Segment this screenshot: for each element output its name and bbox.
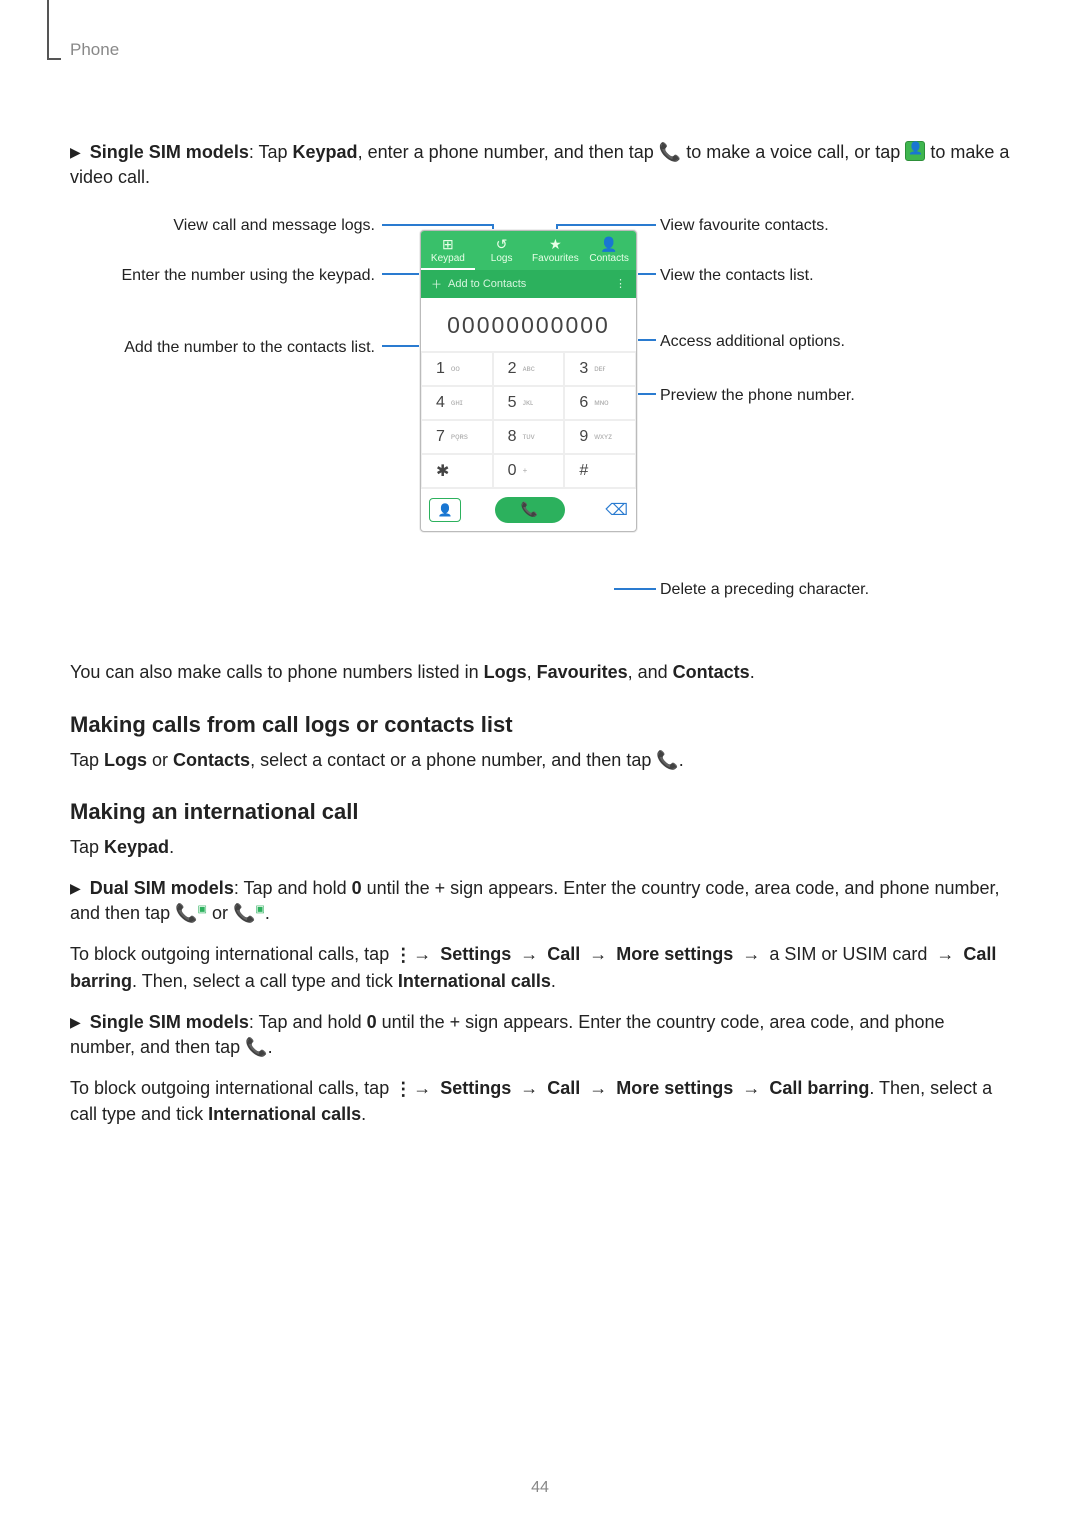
logs-fav-contacts-line: You can also make calls to phone numbers… xyxy=(70,660,1010,685)
heading-intl-call: Making an international call xyxy=(70,799,1010,825)
phone-sim2-icon: 📞▣ xyxy=(233,903,265,923)
callout-preview: Preview the phone number. xyxy=(660,386,920,405)
block-intl-single: To block outgoing international calls, t… xyxy=(70,1076,1010,1127)
phone-screenshot: ⊞Keypad ↺Logs ★Favourites 👤Contacts ＋Add… xyxy=(420,230,637,531)
key-0[interactable]: 0+ xyxy=(493,454,565,488)
tap-keypad-line: Tap Keypad. xyxy=(70,835,1010,860)
intro-label: Single SIM models xyxy=(90,142,249,162)
phone-tabs: ⊞Keypad ↺Logs ★Favourites 👤Contacts xyxy=(421,231,636,269)
person-icon: 👤 xyxy=(582,237,636,252)
callout-contacts: View the contacts list. xyxy=(660,266,920,285)
phone-handset-icon: 📞 xyxy=(245,1037,267,1057)
phone-handset-icon: 📞 xyxy=(656,750,678,770)
triangle-bullet-icon: ▶ xyxy=(70,1013,81,1033)
block-intl-dual: To block outgoing international calls, t… xyxy=(70,942,1010,993)
plus-icon: ＋ xyxy=(431,276,442,292)
dial-keypad: 1ᴏᴏ 2ᴀʙᴄ 3ᴅᴇғ 4ɢʜɪ 5ᴊᴋʟ 6ᴍɴᴏ 7ᴘǫʀs 8ᴛᴜᴠ … xyxy=(421,352,636,488)
key-7[interactable]: 7ᴘǫʀs xyxy=(421,420,493,454)
page-number: 44 xyxy=(0,1479,1080,1497)
call-logs-para: Tap Logs or Contacts, select a contact o… xyxy=(70,748,1010,773)
header-tab-mark xyxy=(47,0,49,60)
callout-delete: Delete a preceding character. xyxy=(660,580,940,599)
tab-logs[interactable]: ↺Logs xyxy=(475,231,529,269)
key-star[interactable]: ✱ xyxy=(421,454,493,488)
key-8[interactable]: 8ᴛᴜᴠ xyxy=(493,420,565,454)
callout-logs: View call and message logs. xyxy=(110,216,375,235)
key-2[interactable]: 2ᴀʙᴄ xyxy=(493,352,565,386)
callout-add: Add the number to the contacts list. xyxy=(80,338,375,357)
triangle-bullet-icon: ▶ xyxy=(70,143,81,163)
dual-sim-para: ▶ Dual SIM models: Tap and hold 0 until … xyxy=(70,876,1010,926)
menu-icon: ⋮ xyxy=(394,943,404,968)
key-hash[interactable]: # xyxy=(564,454,636,488)
callout-keypad: Enter the number using the keypad. xyxy=(110,266,375,285)
keypad-icon: ⊞ xyxy=(421,237,475,252)
video-call-button[interactable]: 👤 xyxy=(429,498,461,522)
key-9[interactable]: 9ᴡxʏᴢ xyxy=(564,420,636,454)
tab-keypad[interactable]: ⊞Keypad xyxy=(421,231,475,269)
triangle-bullet-icon: ▶ xyxy=(70,879,81,899)
tab-contacts[interactable]: 👤Contacts xyxy=(582,231,636,269)
more-options-icon[interactable]: ⋮ xyxy=(615,277,626,290)
section-title: Phone xyxy=(70,40,119,59)
heading-call-logs: Making calls from call logs or contacts … xyxy=(70,712,1010,738)
voice-call-button[interactable]: 📞 xyxy=(495,497,565,523)
key-5[interactable]: 5ᴊᴋʟ xyxy=(493,386,565,420)
menu-icon: ⋮ xyxy=(394,1077,404,1102)
intro-paragraph: ▶ Single SIM models: Tap Keypad, enter a… xyxy=(70,140,1010,190)
key-3[interactable]: 3ᴅᴇғ xyxy=(564,352,636,386)
star-icon: ★ xyxy=(529,237,583,252)
phone-sim1-icon: 📞▣ xyxy=(175,903,207,923)
callout-fav: View favourite contacts. xyxy=(660,216,920,235)
single-sim-para: ▶ Single SIM models: Tap and hold 0 unti… xyxy=(70,1010,1010,1060)
header: Phone xyxy=(70,40,1010,80)
key-1[interactable]: 1ᴏᴏ xyxy=(421,352,493,386)
video-call-icon xyxy=(905,141,925,161)
key-6[interactable]: 6ᴍɴᴏ xyxy=(564,386,636,420)
phone-handset-icon: 📞 xyxy=(659,142,681,162)
callout-options: Access additional options. xyxy=(660,332,920,351)
backspace-button[interactable]: ⌫ xyxy=(598,500,628,520)
dial-actions: 👤 📞 ⌫ xyxy=(421,488,636,531)
annotated-figure: View call and message logs. Enter the nu… xyxy=(70,210,1010,630)
dial-number-display: 00000000000 xyxy=(421,298,636,352)
key-4[interactable]: 4ɢʜɪ xyxy=(421,386,493,420)
tab-favourites[interactable]: ★Favourites xyxy=(529,231,583,269)
logs-icon: ↺ xyxy=(475,237,529,252)
add-to-contacts-bar[interactable]: ＋Add to Contacts ⋮ xyxy=(421,270,636,298)
